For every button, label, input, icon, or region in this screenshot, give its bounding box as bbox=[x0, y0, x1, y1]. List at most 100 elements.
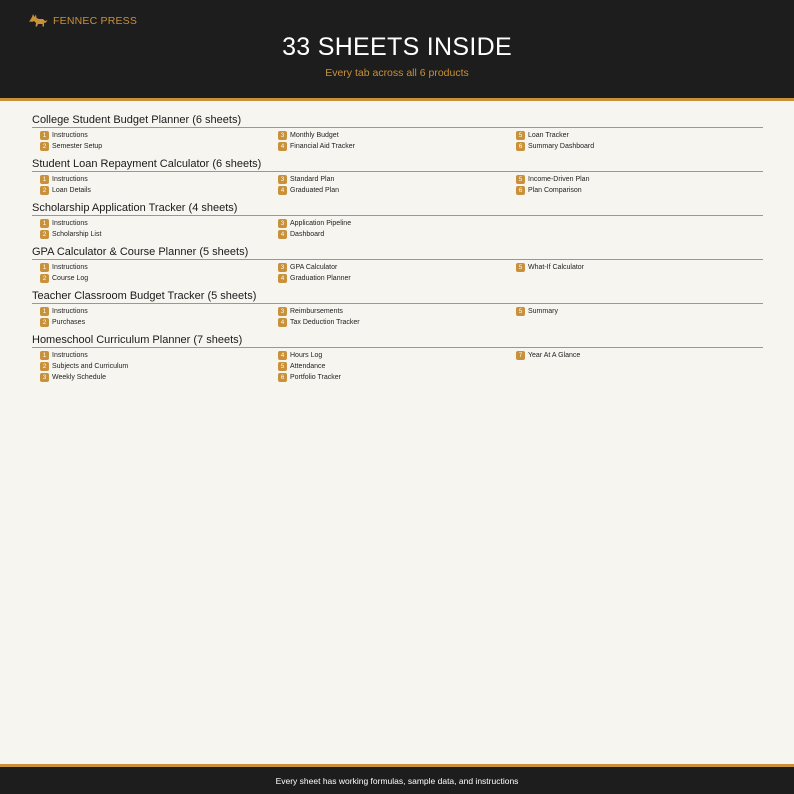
product-title: Homeschool Curriculum Planner (7 sheets) bbox=[32, 333, 763, 348]
sheet-name: Loan Details bbox=[52, 187, 91, 194]
sheet-item: 3 Standard Plan bbox=[278, 174, 508, 185]
footer-text: Every sheet has working formulas, sample… bbox=[275, 775, 519, 786]
sheet-number-badge: 6 bbox=[278, 373, 287, 382]
sheet-item: 2 Course Log bbox=[40, 273, 270, 284]
sheet-name: Financial Aid Tracker bbox=[290, 143, 355, 150]
sheet-name: Weekly Schedule bbox=[52, 374, 106, 381]
sheet-name: Plan Comparison bbox=[528, 187, 582, 194]
sheet-item: 4 Hours Log bbox=[278, 350, 508, 361]
sheet-number-badge: 1 bbox=[40, 219, 49, 228]
sheet-item: 7 Year At A Glance bbox=[516, 350, 746, 361]
sheet-item: 3 GPA Calculator bbox=[278, 262, 508, 273]
sheet-name: Instructions bbox=[52, 176, 88, 183]
sheet-number-badge: 2 bbox=[40, 362, 49, 371]
sheet-item: 1 Instructions bbox=[40, 350, 270, 361]
product-title-text: Homeschool Curriculum Planner (7 sheets) bbox=[32, 334, 243, 346]
brand: FENNEC PRESS bbox=[28, 13, 137, 28]
sheet-item: 1 Instructions bbox=[40, 306, 270, 317]
sheet-item: 5 Income-Driven Plan bbox=[516, 174, 746, 185]
sheet-name: Application Pipeline bbox=[290, 220, 352, 227]
sheet-number-badge: 2 bbox=[40, 274, 49, 283]
sheet-item: 3 Monthly Budget bbox=[278, 130, 508, 141]
sheet-item: 4 Graduation Planner bbox=[278, 273, 508, 284]
product-section: Student Loan Repayment Calculator (6 she… bbox=[32, 157, 763, 196]
sheet-number-badge: 2 bbox=[40, 142, 49, 151]
sheet-number-badge: 1 bbox=[40, 131, 49, 140]
sheet-number-badge: 4 bbox=[278, 230, 287, 239]
sheet-name: Summary Dashboard bbox=[528, 143, 595, 150]
sheet-item: 2 Subjects and Curriculum bbox=[40, 361, 270, 372]
product-section: Homeschool Curriculum Planner (7 sheets)… bbox=[32, 333, 763, 383]
sheet-name: Instructions bbox=[52, 264, 88, 271]
sheet-number-badge: 3 bbox=[278, 175, 287, 184]
sheet-item: 5 What-If Calculator bbox=[516, 262, 746, 273]
sheet-item: 3 Reimbursements bbox=[278, 306, 508, 317]
sheet-item: 2 Scholarship List bbox=[40, 229, 270, 240]
sheet-name: Income-Driven Plan bbox=[528, 176, 590, 183]
sheet-number-badge: 3 bbox=[278, 219, 287, 228]
product-title-text: Teacher Classroom Budget Tracker (5 shee… bbox=[32, 290, 257, 302]
product-title-text: College Student Budget Planner (6 sheets… bbox=[32, 114, 242, 126]
sheet-name: Reimbursements bbox=[290, 308, 343, 315]
product-title-text: Student Loan Repayment Calculator (6 she… bbox=[32, 158, 262, 170]
sheet-item: 5 Summary bbox=[516, 306, 746, 317]
sheet-number-badge: 3 bbox=[278, 307, 287, 316]
sheet-name: Instructions bbox=[52, 132, 88, 139]
sheet-name: Hours Log bbox=[290, 352, 323, 359]
sheet-name: Instructions bbox=[52, 352, 88, 359]
sheet-number-badge: 4 bbox=[278, 351, 287, 360]
sheet-item: 5 Loan Tracker bbox=[516, 130, 746, 141]
sheet-name: Loan Tracker bbox=[528, 132, 569, 139]
product-title-text: Scholarship Application Tracker (4 sheet… bbox=[32, 202, 238, 214]
sheet-name: Instructions bbox=[52, 220, 88, 227]
sheet-name: Standard Plan bbox=[290, 176, 335, 183]
sheet-name: Tax Deduction Tracker bbox=[290, 319, 360, 326]
sheet-name: Year At A Glance bbox=[528, 352, 581, 359]
product-title: College Student Budget Planner (6 sheets… bbox=[32, 113, 763, 128]
sheet-item: 6 Summary Dashboard bbox=[516, 141, 746, 152]
products-list: College Student Budget Planner (6 sheets… bbox=[32, 113, 763, 388]
sheet-name: GPA Calculator bbox=[290, 264, 338, 271]
sheet-item: 3 Weekly Schedule bbox=[40, 372, 270, 383]
sheet-number-badge: 6 bbox=[516, 186, 525, 195]
sheet-number-badge: 2 bbox=[40, 230, 49, 239]
sheet-grid: 1 Instructions 2 Scholarship List 3 Applicati… bbox=[32, 218, 763, 240]
product-title: Student Loan Repayment Calculator (6 she… bbox=[32, 157, 763, 172]
sheet-number-badge: 2 bbox=[40, 186, 49, 195]
product-section: Scholarship Application Tracker (4 sheet… bbox=[32, 201, 763, 240]
sheet-number-badge: 1 bbox=[40, 263, 49, 272]
product-section: College Student Budget Planner (6 sheets… bbox=[32, 113, 763, 152]
product-title: GPA Calculator & Course Planner (5 sheet… bbox=[32, 245, 763, 260]
sheet-number-badge: 4 bbox=[278, 318, 287, 327]
sheet-grid: 1 Instructions 2 Loan Details 3 Standard Plan… bbox=[32, 174, 763, 196]
sheet-number-badge: 5 bbox=[516, 263, 525, 272]
product-section: Teacher Classroom Budget Tracker (5 shee… bbox=[32, 289, 763, 328]
sheet-name: Attendance bbox=[290, 363, 326, 370]
sheet-name: Summary bbox=[528, 308, 558, 315]
sheet-number-badge: 3 bbox=[40, 373, 49, 382]
sheet-name: Subjects and Curriculum bbox=[52, 363, 129, 370]
sheet-item: 2 Loan Details bbox=[40, 185, 270, 196]
sheet-name: Graduated Plan bbox=[290, 187, 340, 194]
sheet-number-badge: 4 bbox=[278, 142, 287, 151]
sheet-item: 1 Instructions bbox=[40, 174, 270, 185]
sheet-name: Purchases bbox=[52, 319, 86, 326]
sheet-item: 4 Tax Deduction Tracker bbox=[278, 317, 508, 328]
sheet-number-badge: 7 bbox=[516, 351, 525, 360]
sheet-number-badge: 3 bbox=[278, 131, 287, 140]
sheet-number-badge: 2 bbox=[40, 318, 49, 327]
sheet-number-badge: 5 bbox=[516, 307, 525, 316]
product-title: Scholarship Application Tracker (4 sheet… bbox=[32, 201, 763, 216]
sheet-number-badge: 5 bbox=[278, 362, 287, 371]
sheet-item: 4 Graduated Plan bbox=[278, 185, 508, 196]
sheet-number-badge: 5 bbox=[516, 131, 525, 140]
sheet-name: Graduation Planner bbox=[290, 275, 351, 282]
sheet-name: Monthly Budget bbox=[290, 132, 339, 139]
footer-banner: Every sheet has working formulas, sample… bbox=[0, 764, 794, 794]
sheet-name: What-If Calculator bbox=[528, 264, 585, 271]
sheet-item: 1 Instructions bbox=[40, 218, 270, 229]
sheet-number-badge: 3 bbox=[278, 263, 287, 272]
sheet-number-badge: 4 bbox=[278, 274, 287, 283]
fox-icon bbox=[29, 14, 48, 27]
sheet-item: 4 Financial Aid Tracker bbox=[278, 141, 508, 152]
